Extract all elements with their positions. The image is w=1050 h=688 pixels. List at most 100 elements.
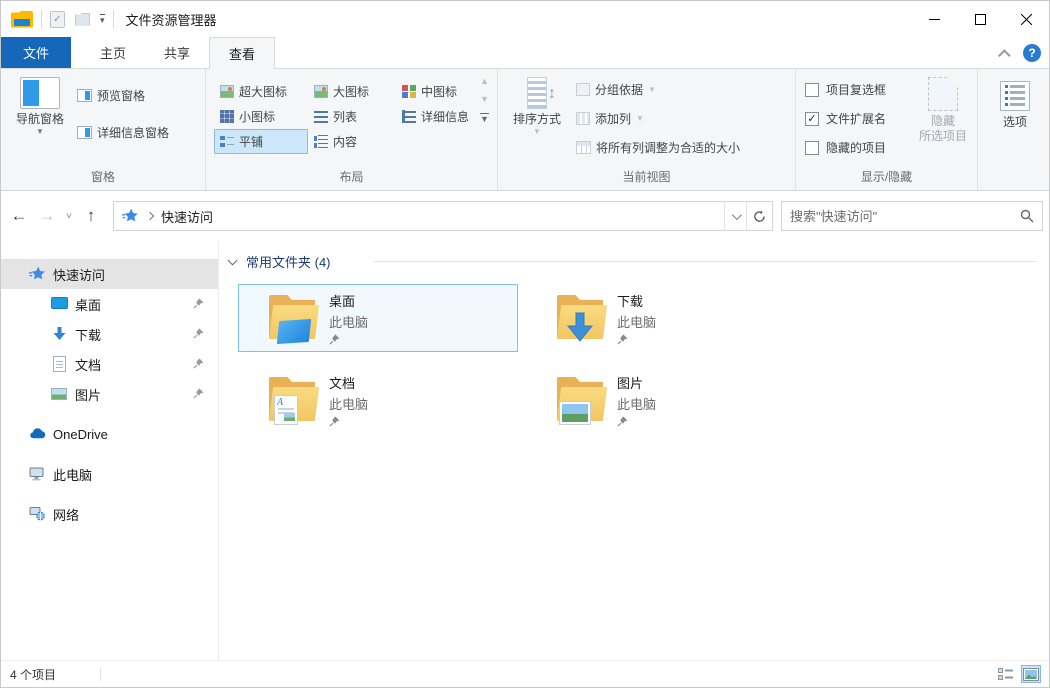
chevron-down-icon (731, 209, 742, 220)
add-columns-button[interactable]: 添加列 ▼ (576, 110, 644, 127)
hide-selected-icon (928, 77, 958, 111)
pin-icon (617, 416, 628, 427)
sidebar-item-downloads[interactable]: 下载 (1, 319, 218, 349)
checkbox-unchecked-icon[interactable] (805, 140, 819, 155)
tile-location: 此电脑 (617, 315, 657, 330)
up-button[interactable]: ↑ (77, 206, 105, 226)
view-extra-large-icons[interactable]: 超大图标 (214, 79, 308, 104)
view-details[interactable]: 详细信息 (396, 104, 484, 129)
tile-name: 下载 (617, 294, 644, 309)
sidebar-label: 网络 (53, 507, 80, 523)
new-folder-icon[interactable] (75, 12, 90, 26)
sort-by-button[interactable]: 排序方式 ▼ (506, 77, 568, 136)
pin-icon[interactable] (193, 358, 204, 369)
view-label: 内容 (333, 135, 358, 149)
layout-gallery-scrollbar: ▲ ▼ ▼ (477, 77, 492, 124)
details-pane-button[interactable]: 详细信息窗格 (77, 124, 169, 141)
hide-selected-label-1: 隐藏 (930, 114, 955, 128)
sidebar-item-onedrive[interactable]: OneDrive (1, 419, 218, 449)
tile-documents[interactable]: A 文档 此电脑 (238, 366, 518, 434)
view-small-icons[interactable]: 小图标 (214, 104, 308, 129)
customize-qat-dropdown-icon[interactable]: ▾ (100, 13, 105, 25)
small-icons-icon (220, 110, 234, 123)
scroll-down-icon[interactable]: ▼ (480, 95, 489, 104)
item-count: 4 个项目 (10, 667, 57, 682)
sidebar-item-documents[interactable]: 文档 (1, 349, 218, 379)
scroll-up-icon[interactable]: ▲ (480, 77, 489, 86)
options-button[interactable]: 选项 (992, 81, 1038, 130)
recent-locations-dropdown-icon[interactable]: ˅ (61, 211, 77, 222)
view-list[interactable]: 列表 (308, 104, 396, 129)
preview-pane-button[interactable]: 预览窗格 (77, 87, 145, 104)
checkbox-unchecked-icon[interactable] (805, 82, 819, 97)
list-icon (314, 110, 328, 123)
view-large-icons[interactable]: 大图标 (308, 79, 396, 104)
details-pane-icon (77, 126, 92, 139)
pin-icon[interactable] (193, 328, 204, 339)
sidebar-item-desktop[interactable]: 桌面 (1, 289, 218, 319)
view-content[interactable]: 内容 (308, 129, 396, 154)
view-tiles[interactable]: 平铺 (214, 129, 308, 154)
sidebar-item-this-pc[interactable]: 此电脑 (1, 459, 218, 489)
thumbnail-view-toggle[interactable] (1021, 665, 1041, 683)
address-dropdown-button[interactable] (724, 202, 746, 230)
details-view-toggle[interactable] (995, 665, 1015, 683)
view-label: 列表 (333, 110, 358, 124)
maximize-button[interactable] (957, 1, 1003, 37)
sidebar-item-pictures[interactable]: 图片 (1, 379, 218, 409)
back-button[interactable]: ← (5, 206, 33, 226)
close-button[interactable] (1003, 1, 1049, 37)
size-columns-icon (576, 141, 591, 154)
checkbox-checked-icon[interactable]: ✓ (805, 111, 819, 126)
search-icon[interactable] (1020, 209, 1034, 223)
status-separator (100, 667, 102, 681)
documents-icon (53, 356, 66, 372)
sidebar-item-network[interactable]: 网络 (1, 499, 218, 529)
more-views-icon[interactable]: ▼ (480, 113, 489, 124)
tile-pictures[interactable]: 图片 此电脑 (526, 366, 806, 434)
search-input[interactable] (790, 208, 1020, 224)
extra-large-icons-icon (220, 85, 234, 98)
view-label: 中图标 (421, 85, 458, 99)
collapse-group-chevron-icon[interactable] (227, 255, 238, 265)
collapse-ribbon-icon[interactable] (998, 48, 1011, 62)
search-box[interactable] (781, 201, 1043, 231)
frequent-folders-group-header[interactable]: 常用文件夹 (4) (227, 252, 331, 271)
address-bar[interactable]: 快速访问 (113, 201, 773, 231)
view-label: 平铺 (239, 135, 264, 149)
breadcrumb-location[interactable]: 快速访问 (161, 207, 724, 226)
tab-view[interactable]: 查看 (209, 37, 276, 69)
navigation-pane-button[interactable]: 导航窗格 ▼ (9, 77, 71, 136)
hidden-items-option[interactable]: 隐藏的项目 (805, 139, 886, 156)
sidebar-item-quick-access[interactable]: 快速访问 (1, 259, 218, 289)
pin-icon[interactable] (193, 388, 204, 399)
refresh-button[interactable] (746, 202, 772, 230)
navigation-pane-icon (20, 77, 60, 109)
sidebar-label: 图片 (75, 387, 102, 403)
breadcrumb-chevron-icon[interactable] (145, 211, 155, 221)
minimize-button[interactable] (911, 1, 957, 37)
size-all-columns-button[interactable]: 将所有列调整为合适的大小 (576, 139, 740, 156)
group-by-button[interactable]: 分组依据 ▼ (576, 81, 656, 98)
view-medium-icons[interactable]: 中图标 (396, 79, 484, 104)
tile-downloads[interactable]: 下载 此电脑 (526, 284, 806, 352)
dropdown-caret-icon: ▼ (636, 114, 644, 123)
hide-selected-items-button[interactable]: 隐藏 所选项目 (913, 77, 973, 144)
titlebar-separator (41, 10, 42, 28)
file-extensions-option[interactable]: ✓ 文件扩展名 (805, 110, 886, 127)
tile-desktop[interactable]: 桌面 此电脑 (238, 284, 518, 352)
show-hide-group-label: 显示/隐藏 (860, 170, 913, 184)
content-icon (314, 135, 328, 148)
ribbon-group-options: 选项 (978, 69, 1049, 190)
forward-button[interactable]: → (33, 206, 61, 226)
large-icons-icon (314, 85, 328, 98)
tab-home[interactable]: 主页 (81, 37, 145, 68)
tab-file[interactable]: 文件 (1, 37, 71, 68)
group-header-rule (374, 261, 1037, 262)
help-icon[interactable]: ? (1023, 44, 1041, 62)
pin-icon[interactable] (193, 298, 204, 309)
properties-icon[interactable]: ✓ (50, 10, 65, 28)
item-checkboxes-option[interactable]: 项目复选框 (805, 81, 886, 98)
tab-share[interactable]: 共享 (145, 37, 209, 68)
pictures-folder-icon (554, 375, 610, 425)
